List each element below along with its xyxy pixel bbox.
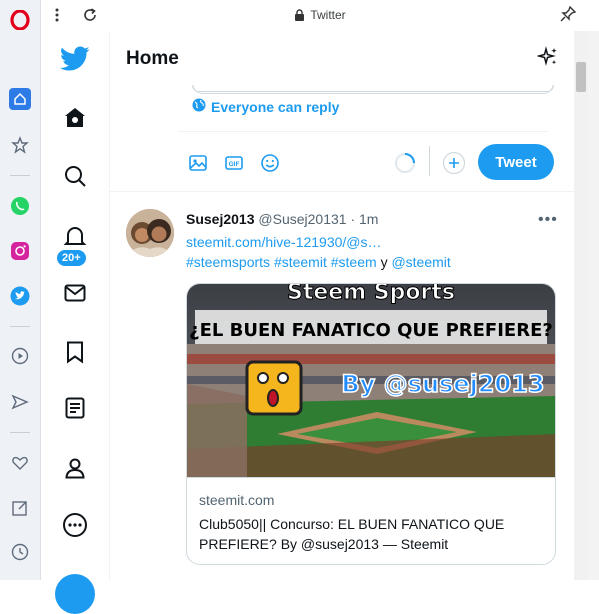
instagram-icon[interactable]	[8, 239, 32, 263]
heart-icon[interactable]	[8, 451, 32, 475]
home-title: Home	[126, 48, 179, 69]
hashtag-link[interactable]: #steemit	[274, 254, 327, 270]
tweet-text: y	[380, 254, 388, 270]
pin-popup-icon[interactable]	[560, 5, 577, 27]
sparkle-icon[interactable]	[536, 46, 559, 73]
home-icon[interactable]	[9, 88, 31, 110]
browser-sidebar	[0, 0, 41, 580]
tweet-link[interactable]: steemit.com/hive-121930/@s…	[186, 234, 382, 250]
nav-messages-icon[interactable]	[59, 277, 91, 309]
timeline-header: Home	[110, 31, 574, 85]
card-image: Steem Sports ¿EL BUEN FANATICO QUE PREFI…	[187, 284, 555, 477]
history-icon[interactable]	[8, 540, 32, 564]
tweet-timestamp[interactable]: · 1m	[350, 211, 378, 227]
card-divider	[187, 477, 555, 478]
pin-icon[interactable]	[8, 496, 32, 520]
page-title: Twitter	[41, 8, 599, 24]
feed-divider	[110, 191, 574, 192]
tweet-author-name[interactable]: Susej2013	[186, 211, 255, 227]
page-title-text: Twitter	[310, 8, 346, 22]
main-timeline: Home Everyone can reply GIF Tweet Susej2…	[110, 31, 574, 580]
compose-toolbar: GIF Tweet	[110, 143, 574, 183]
scrollbar[interactable]	[574, 31, 588, 580]
emoji-icon[interactable]	[258, 151, 282, 175]
globe-icon	[192, 98, 206, 115]
star-icon[interactable]	[8, 133, 32, 157]
reply-setting-label: Everyone can reply	[211, 98, 340, 115]
notification-badge: 20+	[55, 248, 88, 268]
card-image-title: ¿EL BUEN FANATICO QUE PREFIERE?	[189, 320, 553, 341]
nav-home-icon[interactable]	[59, 102, 91, 134]
card-image-top-text: Steem Sports	[287, 284, 455, 305]
media-icon[interactable]	[186, 151, 210, 175]
card-domain: steemit.com	[199, 492, 275, 508]
nav-explore-icon[interactable]	[59, 160, 91, 192]
compose-tweet-fab[interactable]	[55, 574, 95, 614]
link-card[interactable]: Steem Sports ¿EL BUEN FANATICO QUE PREFI…	[186, 283, 556, 565]
nav-bookmarks-icon[interactable]	[59, 336, 91, 368]
twitter-icon[interactable]	[8, 284, 32, 308]
whatsapp-icon[interactable]	[8, 194, 32, 218]
scrollbar-thumb[interactable]	[576, 62, 586, 92]
compose-divider	[178, 131, 548, 132]
tweet-header: Susej2013 @Susej20131 · 1m	[186, 211, 378, 227]
tweet-author-handle[interactable]: @Susej20131	[258, 211, 346, 227]
hashtag-link[interactable]: #steemsports	[186, 254, 270, 270]
send-icon[interactable]	[8, 390, 32, 414]
card-title: Club5050|| Concurso: EL BUEN FANATICO QU…	[199, 516, 505, 552]
nav-more-icon[interactable]	[59, 509, 91, 541]
popup-toolbar: Twitter	[41, 0, 599, 32]
opera-logo-icon[interactable]	[8, 8, 32, 32]
hashtag-link[interactable]: #steem	[331, 254, 377, 270]
tweet-button[interactable]: Tweet	[478, 144, 554, 180]
twitter-nav: 20+	[41, 31, 110, 614]
tweet-hashtags: #steemsports #steemit #steem y @steemit	[186, 254, 451, 270]
gif-icon[interactable]: GIF	[222, 151, 246, 175]
background-page-strip	[588, 31, 599, 580]
nav-lists-icon[interactable]	[59, 392, 91, 424]
player-icon[interactable]	[8, 344, 32, 368]
twitter-logo-icon[interactable]	[59, 43, 91, 75]
nav-profile-icon[interactable]	[59, 452, 91, 484]
add-thread-icon[interactable]	[442, 151, 466, 175]
avatar[interactable]	[126, 209, 174, 257]
toolbar-divider	[429, 146, 430, 176]
compose-box-bottom	[192, 85, 554, 92]
tweet-more-icon[interactable]: •••	[538, 211, 558, 229]
svg-text:GIF: GIF	[229, 161, 240, 168]
char-counter-ring	[393, 151, 417, 175]
card-image-byline: By @susej2013	[341, 370, 544, 398]
lock-icon	[294, 9, 305, 24]
mention-link[interactable]: @steemit	[391, 254, 450, 270]
reply-setting[interactable]: Everyone can reply	[192, 98, 339, 115]
